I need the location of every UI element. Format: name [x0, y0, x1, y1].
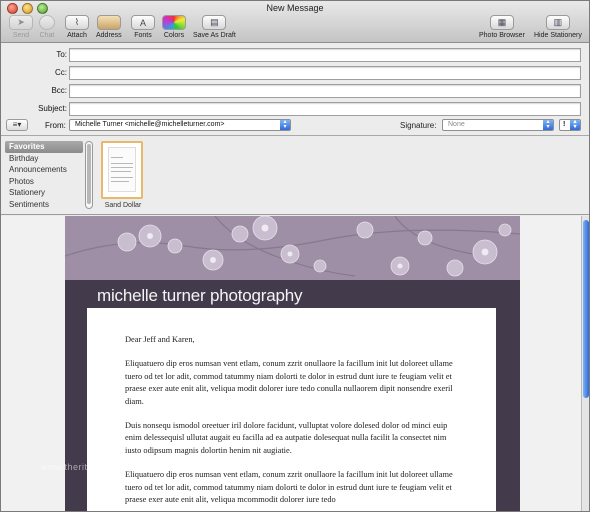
subject-row: Subject: — [1, 102, 589, 116]
fonts-icon: A — [131, 15, 155, 30]
body-paragraph: Duis nonsequ ismodol oreetuer iril dolor… — [125, 421, 448, 455]
signature-select[interactable]: None ▴ ▾ — [442, 119, 554, 131]
to-field[interactable] — [69, 48, 581, 62]
category-photos[interactable]: Photos — [5, 176, 83, 188]
color-wheel-icon — [162, 15, 186, 30]
from-value: Michelle Turner <michelle@michelleturner… — [75, 121, 225, 128]
header-options-menu[interactable]: ≡▾ — [6, 119, 28, 131]
draft-icon: ▤ — [202, 15, 227, 30]
popup-arrows-icon: ▴ ▾ — [543, 120, 553, 130]
greeting: Dear Jeff and Karen, — [125, 335, 195, 344]
studio-name-heading: michelle turner photography — [97, 286, 303, 305]
stationery-thumbnail[interactable] — [101, 141, 143, 199]
photo-browser-label: Photo Browser — [479, 32, 525, 39]
photo-browser-button[interactable]: ▦ Photo Browser — [479, 15, 525, 39]
send-icon: ➤ — [9, 15, 33, 30]
popup-arrows-icon: ▴ ▾ — [570, 120, 580, 130]
attach-button[interactable]: ⌇ Attach — [65, 15, 89, 39]
category-sentiments[interactable]: Sentiments — [5, 199, 83, 211]
stationery-icon: ▥ — [545, 15, 570, 30]
popup-arrows-icon: ▴ ▾ — [280, 120, 290, 130]
category-stationery[interactable]: Stationery — [5, 187, 83, 199]
floral-banner — [65, 216, 520, 280]
colors-label: Colors — [163, 32, 185, 39]
stationery-pane: Favorites Birthday Announcements Photos … — [1, 137, 589, 215]
chat-icon — [39, 15, 55, 30]
window-title: New Message — [266, 3, 324, 13]
hide-stationery-button[interactable]: ▥ Hide Stationery — [534, 15, 582, 39]
hide-stationery-label: Hide Stationery — [534, 32, 582, 39]
scrollbar-thumb[interactable] — [87, 144, 91, 204]
scrollbar-thumb[interactable] — [583, 220, 589, 398]
send-label: Send — [12, 32, 30, 39]
signature-label: Signature: — [400, 121, 437, 130]
cc-row: Cc: — [1, 66, 589, 80]
address-book-icon — [96, 15, 121, 30]
body-paragraph: Eliquatuero dip eros numsan vent etlam, … — [125, 359, 453, 406]
subject-field[interactable] — [69, 102, 581, 116]
category-announcements[interactable]: Announcements — [5, 164, 83, 176]
signature-value: None — [448, 121, 465, 128]
cc-field[interactable] — [69, 66, 581, 80]
send-button[interactable]: ➤ Send — [9, 15, 33, 39]
colors-button[interactable]: Colors — [162, 15, 186, 39]
save-draft-button[interactable]: ▤ Save As Draft — [193, 15, 236, 39]
attach-label: Attach — [67, 32, 87, 39]
paperclip-icon: ⌇ — [65, 15, 89, 30]
bcc-row: Bcc: — [1, 84, 589, 98]
category-birthday[interactable]: Birthday — [5, 153, 83, 165]
priority-select[interactable]: ! ▴ ▾ — [559, 119, 581, 131]
stationery-category-list: Favorites Birthday Announcements Photos … — [5, 141, 83, 210]
save-draft-label: Save As Draft — [193, 32, 236, 39]
bcc-label: Bcc: — [51, 86, 67, 95]
watermark: www.theritzherald.com — [41, 462, 143, 472]
letter-paper[interactable]: Dear Jeff and Karen, Eliquatuero dip ero… — [87, 308, 496, 511]
from-label: From: — [45, 121, 66, 130]
stationery-thumbnail-label: Sand Dollar — [104, 202, 142, 209]
compose-window: New Message ➤ Send Chat ⌇ Attach Address… — [0, 0, 590, 512]
category-favorites[interactable]: Favorites — [5, 141, 83, 153]
body-paragraph: Eliquatuero dip eros numsan vent etlam, … — [125, 470, 453, 505]
priority-icon: ! — [563, 121, 566, 128]
bcc-field[interactable] — [69, 84, 581, 98]
photo-browser-icon: ▦ — [489, 15, 514, 30]
from-select[interactable]: Michelle Turner <michelle@michelleturner… — [69, 119, 291, 131]
fonts-button[interactable]: A Fonts — [131, 15, 155, 39]
cherry-blossom-decoration — [65, 216, 520, 277]
to-row: To: — [1, 48, 589, 62]
message-body[interactable]: michelle turner photography Dear Jeff an… — [1, 216, 581, 511]
chat-button[interactable]: Chat — [39, 15, 55, 39]
fonts-label: Fonts — [134, 32, 152, 39]
category-scrollbar[interactable] — [85, 141, 93, 209]
message-scrollbar[interactable] — [581, 216, 589, 511]
stationery-preview — [108, 147, 136, 192]
chat-label: Chat — [39, 32, 55, 39]
address-label: Address — [96, 32, 122, 39]
to-label: To: — [56, 50, 67, 59]
toolbar: New Message ➤ Send Chat ⌇ Attach Address… — [1, 1, 589, 43]
subject-label: Subject: — [38, 104, 67, 113]
cc-label: Cc: — [55, 68, 67, 77]
address-button[interactable]: Address — [96, 15, 122, 39]
